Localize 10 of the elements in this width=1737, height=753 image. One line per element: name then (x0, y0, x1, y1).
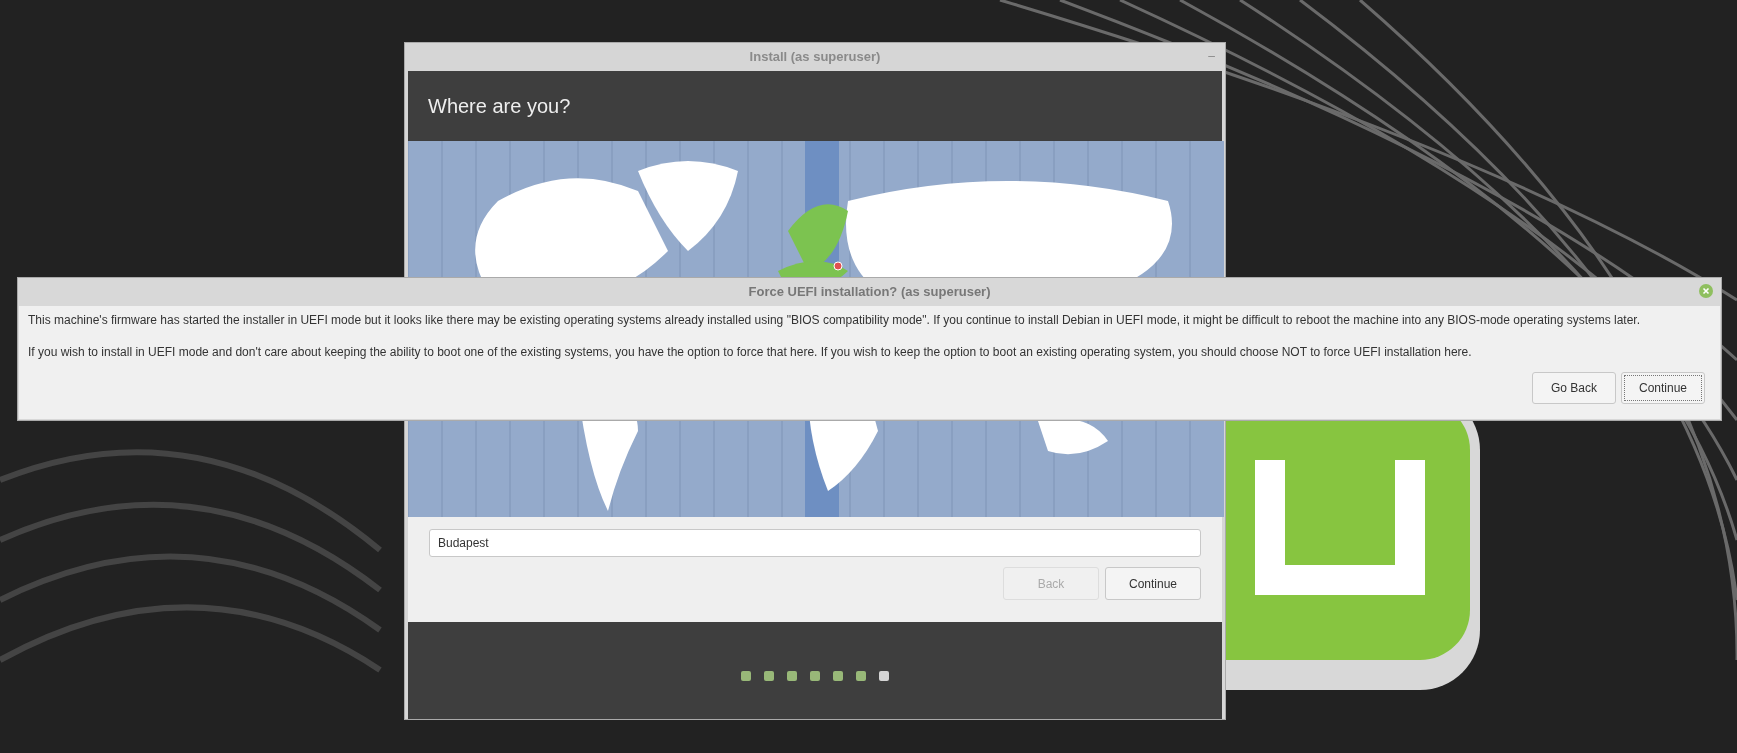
dialog-button[interactable]: Continue (1621, 372, 1705, 404)
dialog-title: Force UEFI installation? (as superuser) (748, 283, 991, 302)
location-field[interactable]: Budapest (429, 529, 1201, 557)
window-title: Install (as superuser) (749, 48, 881, 67)
close-icon[interactable] (1699, 284, 1713, 298)
dialog-message: If you wish to install in UEFI mode and don't care about keeping the ability to boot one of the existing systems, you have the option to force that here. If you wish to keep the option to boot an existing operating system, you should choose NOT to force UEFI installation here. (28, 344, 1472, 360)
wizard-button[interactable]: Continue (1105, 567, 1201, 600)
page-heading: Where are you? (428, 94, 571, 119)
dialog-message: This machine's firmware has started the installer in UEFI mode but it looks like there may be existing operating systems already installed using "BIOS compatibility mode". If you continue to install Debian in UEFI mode, it might be difficult to reboot the machine into any BIOS-mode operating systems later. (28, 312, 1640, 328)
dialog-button[interactable]: Go Back (1532, 372, 1616, 404)
